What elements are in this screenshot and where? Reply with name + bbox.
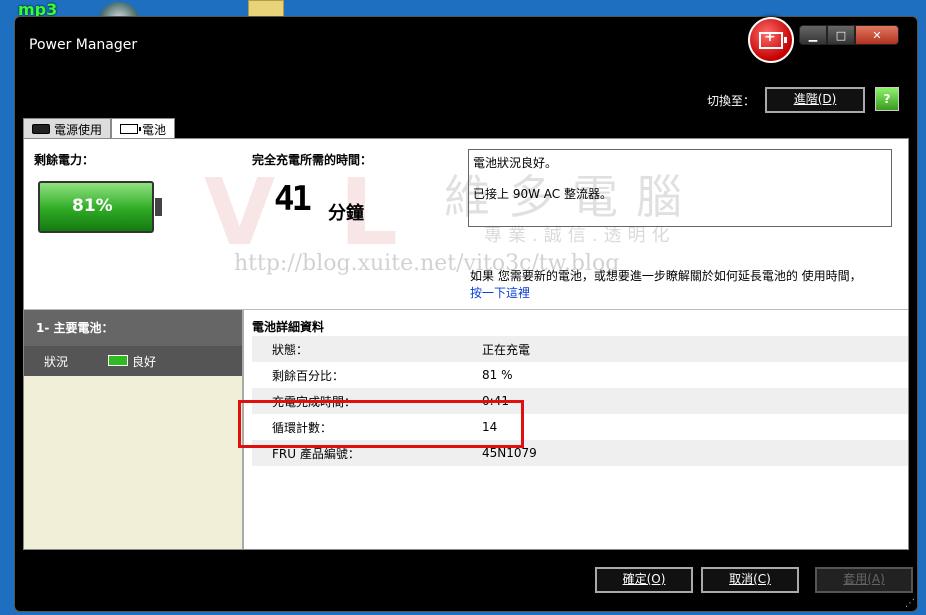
- status-line: 電池狀況良好。: [473, 156, 558, 170]
- plug-icon: [32, 124, 50, 134]
- ok-button[interactable]: 確定(O): [595, 567, 693, 593]
- tab-label: 電池: [142, 122, 167, 137]
- status-key: 狀況: [44, 354, 69, 369]
- charge-minutes: 41: [274, 179, 312, 219]
- battery-charging-icon: +: [748, 17, 794, 63]
- maximize-icon: □: [835, 28, 847, 42]
- switch-to-label: 切換至：: [707, 94, 756, 108]
- cancel-button[interactable]: 取消(C): [701, 567, 799, 593]
- maximize-button[interactable]: □: [827, 25, 855, 45]
- remaining-power-label: 剩餘電力：: [34, 153, 95, 167]
- content-panel: V L 維多電腦 專業.誠信.透明化 http://blog.xuite.net…: [23, 138, 909, 550]
- charge-minutes-unit: 分鐘: [328, 203, 364, 224]
- tab-label: 電源使用: [54, 122, 103, 137]
- battery-details-panel: 電池詳細資料 狀態： 正在充電 剩餘百分比： 81 % 充電完成時間： 0:41 循環…: [252, 310, 908, 549]
- detail-row: 循環計數： 14: [252, 414, 908, 440]
- detail-value: 正在充電: [482, 342, 531, 357]
- detail-row: FRU 產品編號： 45N1079: [252, 440, 908, 466]
- tab-battery[interactable]: 電池: [111, 118, 176, 139]
- detail-key: 剩餘百分比：: [272, 368, 345, 383]
- apply-button[interactable]: 套用(A): [815, 567, 913, 593]
- detail-key: 循環計數：: [272, 420, 333, 435]
- detail-row: 狀態： 正在充電: [252, 336, 908, 362]
- detail-key: 充電完成時間：: [272, 394, 357, 409]
- window-title: Power Manager: [29, 37, 138, 53]
- tab-bar: 電源使用 電池: [23, 118, 176, 139]
- detail-row: 充電完成時間： 0:41: [252, 388, 908, 414]
- minimize-button[interactable]: ▁: [799, 25, 827, 45]
- advanced-button[interactable]: 進階(D): [765, 87, 865, 113]
- resize-grip-icon[interactable]: ⋰: [905, 598, 915, 609]
- battery-good-icon: [108, 354, 129, 366]
- battery-icon: [120, 124, 142, 134]
- detail-key: 狀態：: [272, 342, 309, 357]
- help-icon[interactable]: ?: [875, 87, 899, 111]
- detail-row: 剩餘百分比： 81 %: [252, 362, 908, 388]
- detail-value: 0:41: [482, 394, 509, 408]
- status-message-box: 電池狀況良好。 已接上 90W AC 整流器。: [468, 149, 892, 227]
- detail-value: 45N1079: [482, 446, 537, 460]
- battery-summary: V L 維多電腦 專業.誠信.透明化 http://blog.xuite.net…: [24, 139, 908, 310]
- info-text: 如果 您需要新的電池，或想要進一步瞭解關於如何延長電池的 使用時間，: [470, 269, 862, 283]
- main-battery-header[interactable]: 1- 主要電池：: [24, 310, 242, 346]
- close-button[interactable]: ✕: [855, 25, 899, 45]
- battery-percent: 81%: [72, 196, 113, 216]
- detail-value: 81 %: [482, 368, 513, 382]
- details-title: 電池詳細資料: [252, 320, 325, 334]
- battery-level-icon: 81%: [38, 181, 162, 233]
- power-manager-window: Power Manager + ▁ □ ✕ 切換至： 進階(D) ? 電源使用 …: [14, 16, 918, 612]
- detail-key: FRU 產品編號：: [272, 446, 360, 461]
- minimize-icon: ▁: [808, 28, 818, 42]
- battery-list-panel: 1- 主要電池： 狀況 良好: [24, 310, 244, 549]
- close-icon: ✕: [872, 28, 882, 42]
- status-value: 良好: [132, 354, 157, 369]
- battery-status-row[interactable]: 狀況 良好: [24, 346, 242, 376]
- full-charge-time-label: 完全充電所需的時間：: [252, 153, 373, 167]
- detail-value: 14: [482, 420, 498, 434]
- tab-power-usage[interactable]: 電源使用: [23, 118, 112, 139]
- click-here-link[interactable]: 按一下這裡: [470, 284, 530, 301]
- status-line: 已接上 90W AC 整流器。: [473, 187, 612, 201]
